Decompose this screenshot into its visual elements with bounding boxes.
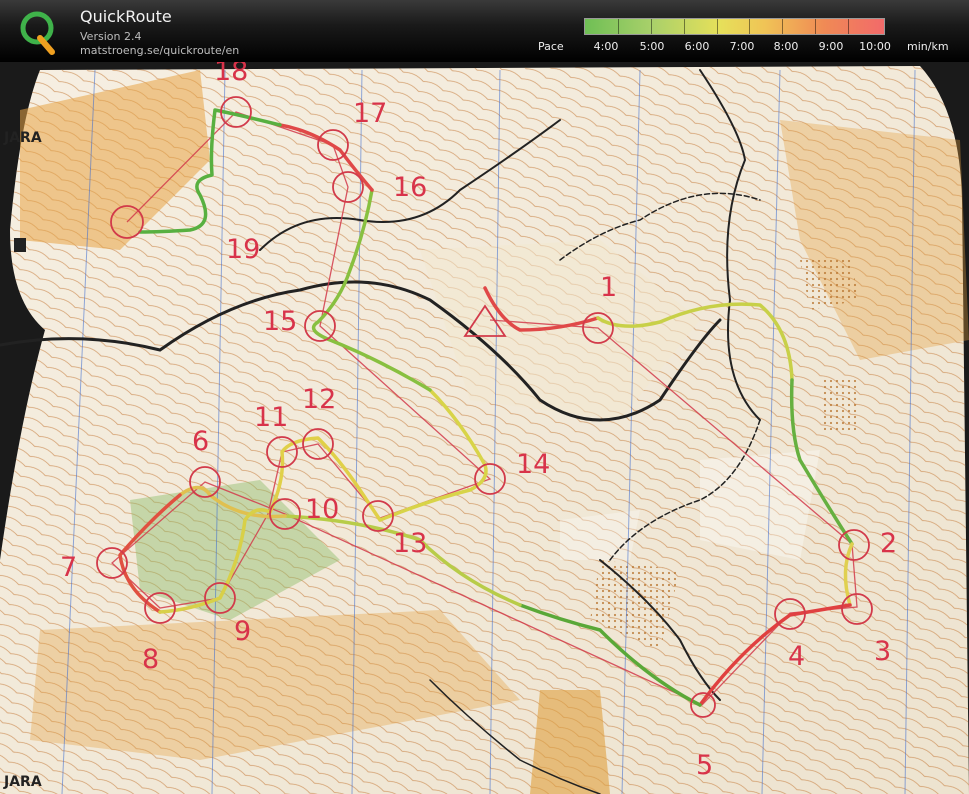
control-number-10: 10 — [305, 494, 339, 525]
pace-tick-label: 7:00 — [729, 40, 755, 53]
place-label-jara-top: JARA — [3, 130, 42, 146]
app-title: QuickRoute — [80, 7, 172, 26]
control-number-17: 17 — [353, 98, 387, 129]
control-number-9: 9 — [234, 616, 251, 647]
pace-tick-label: 10:00 — [859, 40, 891, 53]
app-version: Version 2.4 — [80, 30, 142, 43]
control-number-7: 7 — [60, 552, 77, 583]
control-number-3: 3 — [874, 636, 891, 667]
place-label-jara-bottom: JARA — [3, 774, 42, 790]
pace-label: Pace — [538, 40, 564, 53]
control-number-12: 12 — [302, 384, 336, 415]
control-number-4: 4 — [788, 641, 805, 672]
control-number-18: 18 — [214, 62, 248, 87]
control-number-1: 1 — [600, 272, 617, 303]
control-number-2: 2 — [880, 528, 897, 559]
quickroute-logo-icon — [20, 11, 55, 55]
control-number-5: 5 — [696, 750, 713, 781]
building-marker — [14, 238, 26, 252]
control-number-16: 16 — [393, 172, 427, 203]
pace-tick-label: 5:00 — [639, 40, 665, 53]
pace-color-scale — [584, 18, 885, 35]
control-number-11: 11 — [254, 402, 288, 433]
control-number-13: 13 — [393, 528, 427, 559]
control-number-19: 19 — [226, 234, 260, 265]
pace-tick-label: 6:00 — [684, 40, 710, 53]
app-header: QuickRoute Version 2.4 matstroeng.se/qui… — [0, 0, 969, 62]
control-number-8: 8 — [142, 644, 159, 675]
pace-unit: min/km — [907, 40, 949, 53]
pace-tick-label: 9:00 — [818, 40, 844, 53]
control-number-6: 6 — [192, 426, 209, 457]
app-url[interactable]: matstroeng.se/quickroute/en — [80, 44, 239, 57]
control-number-14: 14 — [516, 449, 550, 480]
control-number-15: 15 — [263, 306, 297, 337]
pace-tick-label: 8:00 — [773, 40, 799, 53]
pace-tick-label: 4:00 — [593, 40, 619, 53]
orienteering-map[interactable]: 1 2 3 4 5 6 7 8 9 10 11 12 13 14 15 16 1… — [0, 62, 969, 794]
